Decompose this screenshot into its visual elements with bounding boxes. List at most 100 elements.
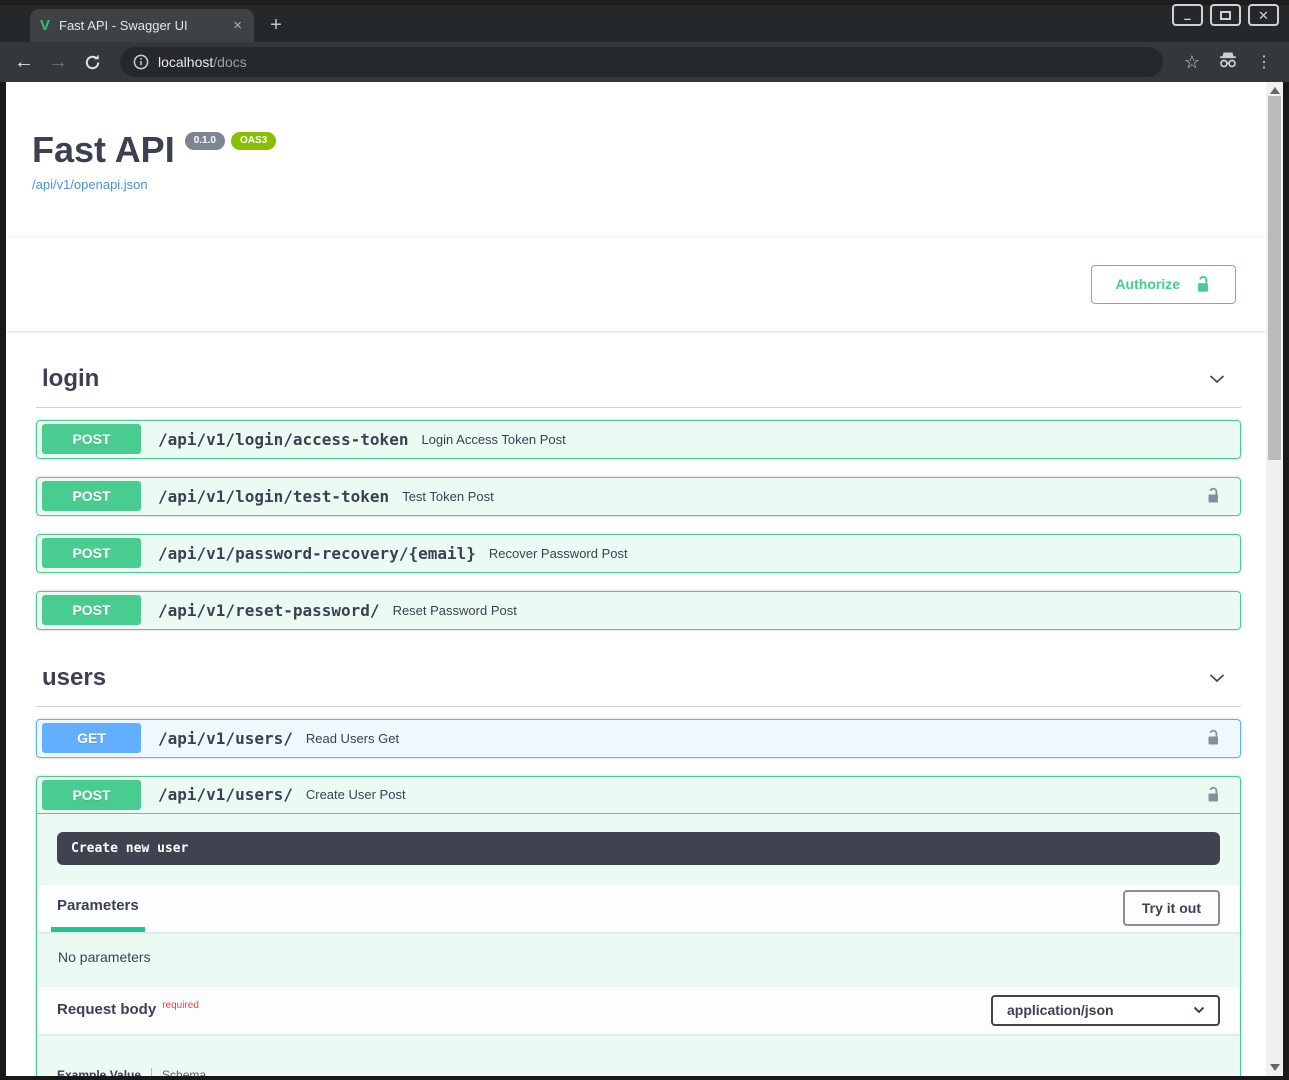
reload-icon[interactable]	[78, 53, 106, 72]
parameters-header: Parameters Try it out	[37, 885, 1240, 932]
title-badges: 0.1.0 OAS3	[185, 132, 276, 150]
endpoint-summary: Reset Password Post	[393, 603, 517, 618]
unlocked-padlock-icon	[1203, 486, 1223, 506]
unlocked-padlock-icon	[1203, 728, 1223, 748]
tag-users-label: users	[42, 664, 106, 692]
try-it-out-button[interactable]: Try it out	[1123, 890, 1220, 926]
endpoint-summary: Recover Password Post	[489, 546, 628, 561]
minimize-icon: –	[1184, 12, 1191, 25]
endpoint-reset-password: POST /api/v1/reset-password/ Reset Passw…	[36, 591, 1241, 630]
chevron-down-icon[interactable]	[1205, 367, 1229, 391]
endpoint-summary: Read Users Get	[306, 731, 399, 746]
auth-lock-button[interactable]	[1199, 724, 1227, 752]
chevron-down-icon	[1192, 1003, 1206, 1017]
api-title-text: Fast API	[32, 130, 175, 170]
api-info: Fast API 0.1.0 OAS3 /api/v1/openapi.json	[6, 82, 1266, 194]
no-parameters-text: No parameters	[37, 932, 1240, 987]
operation-body: Create new user Parameters Try it out No…	[37, 832, 1240, 1076]
media-type-select[interactable]: application/json	[991, 995, 1220, 1026]
method-badge: POST	[42, 538, 141, 568]
required-label: required	[162, 1000, 199, 1011]
window-controls: – ✕	[1172, 4, 1279, 26]
openapi-spec-link[interactable]: /api/v1/openapi.json	[32, 177, 148, 192]
unlocked-padlock-icon	[1203, 785, 1223, 805]
incognito-icon	[1213, 50, 1243, 74]
endpoint-path: /api/v1/reset-password/	[158, 601, 380, 620]
url-path: /docs	[213, 54, 246, 70]
browser-tab[interactable]: V Fast API - Swagger UI ×	[30, 9, 254, 42]
endpoint-summary-row[interactable]: POST /api/v1/login/access-token Login Ac…	[37, 421, 1240, 458]
tag-section-users[interactable]: users	[36, 654, 1241, 707]
tab-schema[interactable]: Schema	[162, 1068, 206, 1076]
browser-window: V Fast API - Swagger UI × + – ✕ ← → loca…	[0, 0, 1289, 1080]
endpoint-summary: Test Token Post	[402, 489, 494, 504]
auth-lock-button[interactable]	[1199, 482, 1227, 510]
endpoint-summary-row[interactable]: POST /api/v1/reset-password/ Reset Passw…	[37, 592, 1240, 629]
oas3-badge: OAS3	[231, 132, 276, 150]
close-button[interactable]: ✕	[1248, 4, 1279, 26]
endpoint-password-recovery: POST /api/v1/password-recovery/{email} R…	[36, 534, 1241, 573]
maximize-icon	[1220, 11, 1231, 20]
endpoint-summary: Login Access Token Post	[421, 432, 565, 447]
swagger-page: Fast API 0.1.0 OAS3 /api/v1/openapi.json…	[6, 82, 1266, 1076]
scheme-container: Authorize	[6, 238, 1266, 331]
tab-close-icon[interactable]: ×	[231, 18, 244, 33]
auth-wrapper: Authorize	[1091, 265, 1266, 304]
browser-menu-icon[interactable]: ⋮	[1249, 52, 1279, 72]
endpoint-summary-row[interactable]: GET /api/v1/users/ Read Users Get	[37, 720, 1240, 757]
operations-wrapper: login POST /api/v1/login/access-token Lo…	[6, 355, 1266, 1076]
tab-title: Fast API - Swagger UI	[59, 18, 222, 33]
method-badge: GET	[42, 723, 141, 753]
maximize-button[interactable]	[1210, 4, 1241, 26]
minimize-button[interactable]: –	[1172, 4, 1203, 26]
endpoint-summary-row[interactable]: POST /api/v1/password-recovery/{email} R…	[37, 535, 1240, 572]
tag-login-label: login	[42, 365, 99, 393]
browser-titlebar: V Fast API - Swagger UI × + – ✕	[0, 0, 1289, 42]
endpoint-login-access-token: POST /api/v1/login/access-token Login Ac…	[36, 420, 1241, 459]
request-body-label: Request body	[57, 1001, 156, 1018]
endpoint-path: /api/v1/login/test-token	[158, 487, 389, 506]
scrollbar-up-arrow[interactable]	[1270, 87, 1280, 94]
endpoint-path: /api/v1/users/	[158, 729, 293, 748]
new-tab-button[interactable]: +	[264, 14, 288, 38]
method-badge: POST	[42, 595, 141, 625]
version-badge: 0.1.0	[185, 132, 225, 150]
endpoint-path: /api/v1/login/access-token	[158, 430, 408, 449]
endpoint-path: /api/v1/users/	[158, 785, 293, 804]
method-badge: POST	[42, 481, 141, 511]
endpoint-summary-row[interactable]: POST /api/v1/users/ Create User Post	[37, 777, 1240, 814]
example-tabs: Example Value Schema	[57, 1068, 1220, 1076]
back-icon[interactable]: ←	[10, 52, 38, 72]
request-body-label-wrap: Request body required	[57, 1001, 199, 1019]
tag-section-login[interactable]: login	[36, 355, 1241, 408]
fastapi-favicon-icon: V	[40, 18, 50, 33]
url-host: localhost	[158, 54, 213, 70]
endpoint-summary-row[interactable]: POST /api/v1/login/test-token Test Token…	[37, 478, 1240, 515]
close-icon: ✕	[1258, 9, 1269, 22]
method-badge: POST	[42, 424, 141, 454]
site-info-icon[interactable]	[133, 54, 149, 70]
tab-example-value[interactable]: Example Value	[57, 1068, 141, 1076]
method-badge: POST	[42, 780, 141, 810]
forward-icon[interactable]: →	[44, 52, 72, 72]
endpoint-summary: Create User Post	[306, 787, 406, 802]
chevron-down-icon[interactable]	[1205, 666, 1229, 690]
operation-description: Create new user	[57, 832, 1220, 865]
tab-parameters[interactable]: Parameters	[51, 885, 145, 932]
model-example: Example Value Schema {	[37, 1034, 1240, 1076]
endpoint-users-post-expanded: POST /api/v1/users/ Create User Post Cre…	[36, 776, 1241, 1076]
page-scrollbar[interactable]	[1266, 82, 1283, 1076]
auth-lock-button[interactable]	[1199, 781, 1227, 809]
endpoint-users-get: GET /api/v1/users/ Read Users Get	[36, 719, 1241, 758]
scrollbar-down-arrow[interactable]	[1270, 1064, 1280, 1071]
authorize-label: Authorize	[1115, 276, 1180, 292]
browser-viewport: Fast API 0.1.0 OAS3 /api/v1/openapi.json…	[6, 82, 1283, 1076]
page-title: Fast API 0.1.0 OAS3	[32, 130, 1246, 170]
authorize-button[interactable]: Authorize	[1091, 265, 1236, 304]
request-body-header: Request body required application/json	[37, 987, 1240, 1034]
bookmark-star-icon[interactable]: ☆	[1177, 52, 1207, 73]
url-bar[interactable]: localhost/docs	[120, 47, 1163, 77]
tab-divider	[151, 1068, 152, 1076]
unlock-icon	[1194, 275, 1212, 294]
scrollbar-thumb[interactable]	[1268, 96, 1281, 460]
